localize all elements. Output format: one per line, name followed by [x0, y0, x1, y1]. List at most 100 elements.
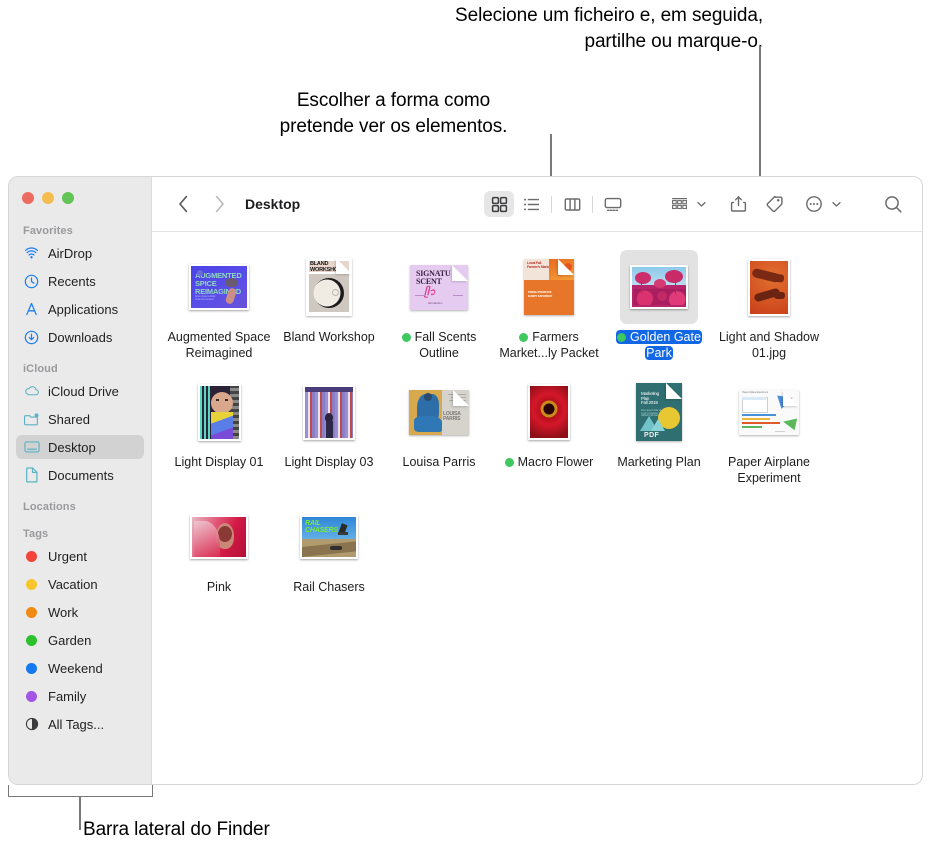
toolbar-divider: [551, 195, 552, 213]
window-controls: [9, 186, 151, 208]
cloud-icon: [23, 383, 40, 400]
file-thumbnail: RAIL CHASERS: [290, 500, 368, 574]
file-item[interactable]: RAIL CHASERS Rail Chasers: [274, 500, 384, 595]
toolbar-divider: [592, 195, 593, 213]
file-item[interactable]: BLAND WORKSHOP Bland Workshop: [274, 250, 384, 361]
file-label: Light Display 01: [174, 455, 264, 469]
group-by-button[interactable]: [664, 191, 707, 217]
tag-dot-icon: [23, 604, 40, 621]
leader-line-view: [550, 134, 552, 176]
forward-button[interactable]: [206, 191, 232, 217]
file-item[interactable]: Marketing Plan Fall 2019 lorem ipsum dolor…: [604, 375, 714, 486]
sidebar-item-all-tags[interactable]: All Tags...: [16, 712, 144, 736]
sidebar-section-icloud: iCloud: [23, 363, 58, 375]
callout-sidebar-text: Barra lateral do Finder: [83, 819, 270, 840]
sidebar-item-label: Downloads: [48, 329, 113, 345]
file-label: Louisa Parris: [402, 455, 476, 469]
file-item[interactable]: LOUISA PARRIS Louisa Parris: [384, 375, 494, 486]
file-thumbnail: BLAND WORKSHOP: [290, 250, 368, 324]
sidebar-item-tag-weekend[interactable]: Weekend: [16, 656, 144, 680]
sidebar-item-label: Weekend: [48, 660, 103, 676]
share-button[interactable]: [723, 191, 753, 217]
sidebar-item-label: Applications: [48, 301, 119, 317]
file-thumbnail: Paper Airplane Experiment: [730, 375, 808, 449]
sidebar-item-recents[interactable]: Recents: [16, 269, 144, 293]
sidebar-item-icloud-drive[interactable]: iCloud Drive: [16, 379, 144, 403]
sidebar-item-label: Family: [48, 688, 87, 704]
sidebar-item-label: Recents: [48, 273, 96, 289]
tag-button[interactable]: [759, 191, 789, 217]
file-item[interactable]: Light Display 03: [274, 375, 384, 486]
callout-share-tag-text: Selecione um ficheiro e, em seguida, par…: [455, 5, 763, 52]
file-label: Macro Flower: [504, 454, 593, 470]
airdrop-icon: [23, 245, 40, 262]
list-view-button[interactable]: [516, 191, 546, 217]
zoom-button[interactable]: [62, 192, 74, 204]
sidebar-item-label: Shared: [48, 411, 90, 427]
more-options-button[interactable]: [799, 191, 842, 217]
tag-dot-icon: [519, 332, 529, 342]
file-thumbnail: [510, 375, 588, 449]
sidebar-item-tag-garden[interactable]: Garden: [16, 628, 144, 652]
file-label: Golden Gate Park: [607, 329, 711, 361]
leader-line-sidebar: [79, 796, 81, 830]
sidebar-item-applications[interactable]: Applications: [16, 297, 144, 321]
tag-dot-icon: [23, 576, 40, 593]
sidebar-item-shared[interactable]: Shared: [16, 407, 144, 431]
sidebar-item-tag-vacation[interactable]: Vacation: [16, 572, 144, 596]
file-item[interactable]: Light Display 01: [164, 375, 274, 486]
sidebar-item-label: Work: [48, 604, 79, 620]
bracket-sidebar: [8, 785, 153, 797]
gallery-view-button[interactable]: [598, 191, 628, 217]
tag-dot-icon: [504, 457, 514, 467]
file-thumbnail: LOUISA PARRIS: [400, 375, 478, 449]
sidebar-item-label: Vacation: [48, 576, 98, 592]
sidebar-section-tags: Tags: [23, 528, 49, 540]
tag-dot-icon: [401, 332, 411, 342]
file-label: Paper Airplane Experiment: [727, 455, 810, 485]
file-label: Light Display 03: [284, 455, 374, 469]
close-button[interactable]: [22, 192, 34, 204]
file-item[interactable]: Paper Airplane Experiment Paper Airplane…: [714, 375, 824, 486]
file-thumbnail: [730, 250, 808, 324]
sidebar-item-tag-family[interactable]: Family: [16, 684, 144, 708]
sidebar-item-documents[interactable]: Documents: [16, 463, 144, 487]
sidebar-item-downloads[interactable]: Downloads: [16, 325, 144, 349]
file-thumbnail: [180, 500, 258, 574]
column-view-button[interactable]: [557, 191, 587, 217]
desktop-icon: [23, 439, 40, 456]
finder-window: Favorites AirDrop Recents Applications D…: [8, 176, 923, 785]
downloads-icon: [23, 329, 40, 346]
file-item[interactable]: Macro Flower: [494, 375, 604, 486]
sidebar-item-desktop[interactable]: Desktop: [16, 435, 144, 459]
file-item[interactable]: AUGMENTED SPICE REIMAGINED lorem ipsum dol…: [164, 250, 274, 361]
back-button[interactable]: [170, 191, 196, 217]
minimize-button[interactable]: [42, 192, 54, 204]
finder-main: Desktop AUGMENTED SPICE REIMAGINED lorem…: [152, 177, 922, 784]
chevron-down-icon: [695, 201, 707, 208]
document-icon: [23, 467, 40, 484]
file-item[interactable]: Light and Shadow 01.jpg: [714, 250, 824, 361]
file-item[interactable]: Local Fall Farmer's Market FRESH PRODUCE E…: [494, 250, 604, 361]
view-mode-group: [484, 191, 628, 217]
file-label: Rail Chasers: [293, 580, 365, 594]
file-item[interactable]: Pink: [164, 500, 274, 595]
file-thumbnail: AUGMENTED SPICE REIMAGINED lorem ipsum dol…: [180, 250, 258, 324]
file-thumbnail: [620, 250, 698, 324]
file-label: Augmented Space Reimagined: [167, 330, 271, 360]
sidebar-item-label: iCloud Drive: [48, 383, 119, 399]
file-label: Farmers Market...ly Packet: [499, 330, 599, 360]
file-thumbnail: [180, 375, 258, 449]
sidebar-item-tag-work[interactable]: Work: [16, 600, 144, 624]
file-thumbnail: [290, 375, 368, 449]
search-button[interactable]: [878, 191, 908, 217]
file-item-selected[interactable]: Golden Gate Park: [604, 250, 714, 361]
sidebar-item-label: Garden: [48, 632, 92, 648]
file-label: Fall Scents Outline: [387, 329, 491, 361]
shared-folder-icon: [23, 411, 40, 428]
sidebar-item-tag-urgent[interactable]: Urgent: [16, 544, 144, 568]
sidebar-item-airdrop[interactable]: AirDrop: [16, 241, 144, 265]
file-label: Bland Workshop: [283, 330, 375, 344]
icon-view-button[interactable]: [484, 191, 514, 217]
file-item[interactable]: SIGNATU SCENT ᥫ᭡ fall collection Fall Sce…: [384, 250, 494, 361]
